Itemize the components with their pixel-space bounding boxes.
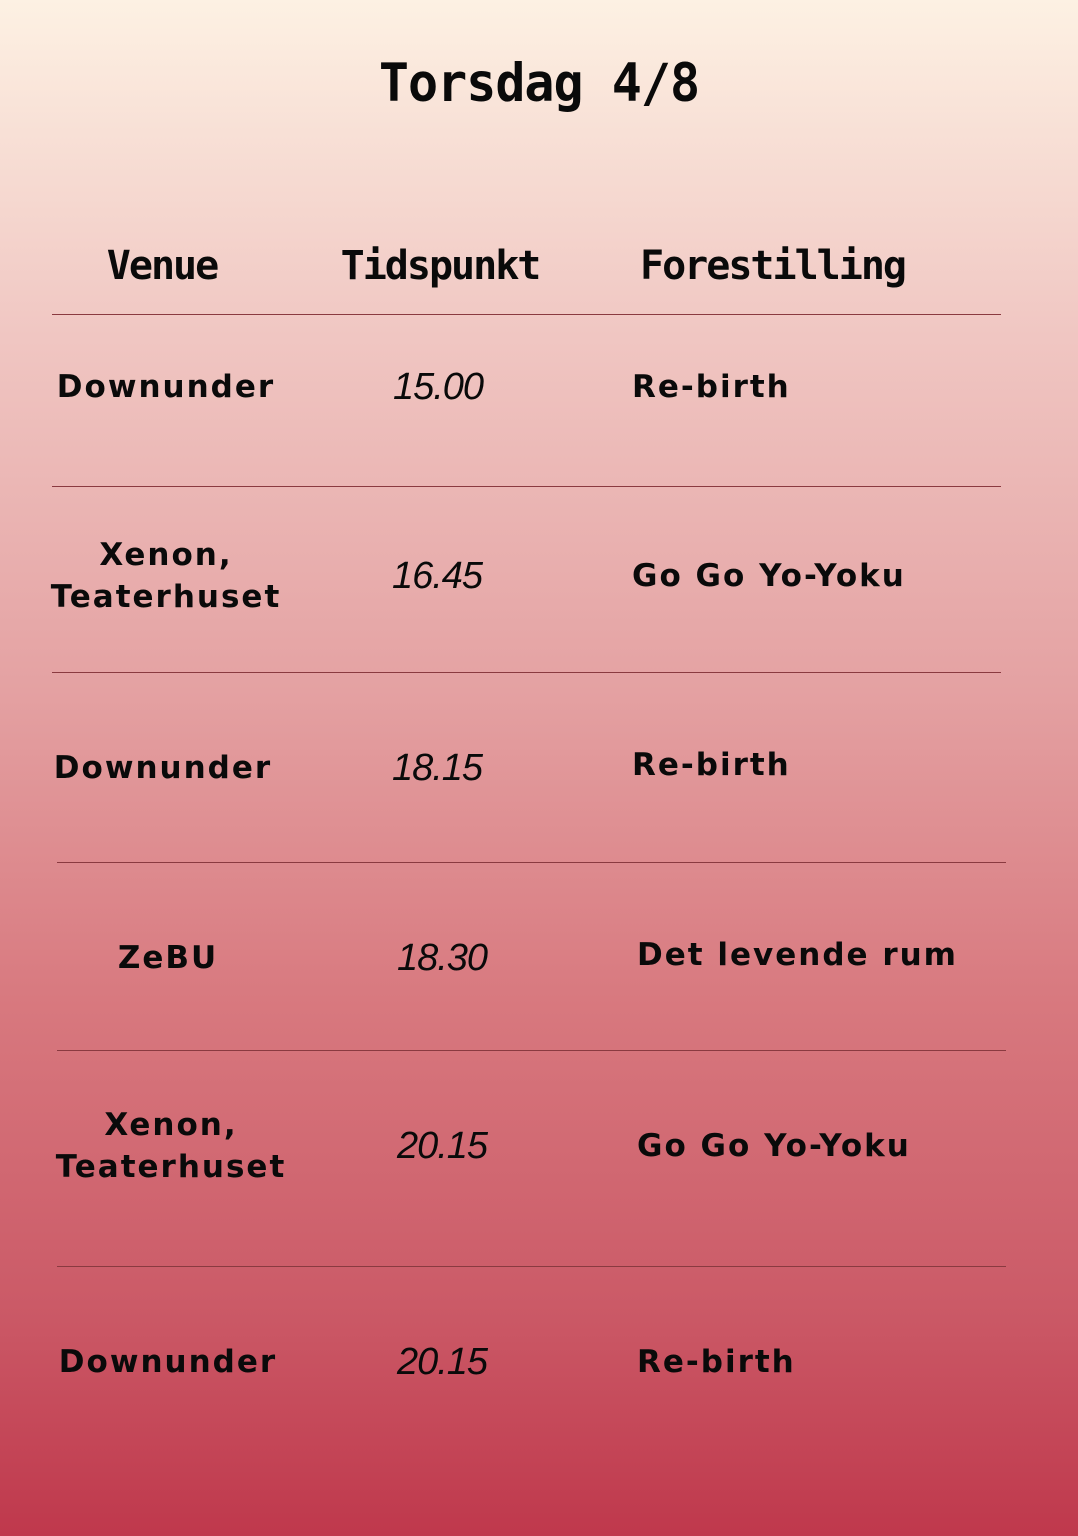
row-5-venue: Xenon, Teaterhuset: [55, 1107, 287, 1185]
row-2-venue: Xenon, Teaterhuset: [50, 537, 282, 615]
row-6-show: Re-birth: [637, 1344, 796, 1380]
divider: [52, 314, 1001, 315]
row-3-venue: Downunder: [53, 750, 273, 786]
row-5-show: Go Go Yo-Yoku: [637, 1128, 911, 1164]
page-title: Torsdag 4/8: [378, 52, 700, 114]
row-6-time: 20.15: [396, 1340, 488, 1383]
row-4-time: 18.30: [396, 936, 488, 979]
column-header-venue: Venue: [106, 243, 219, 289]
row-2-time: 16.45: [391, 554, 483, 597]
divider: [52, 486, 1001, 487]
row-1-show: Re-birth: [632, 369, 791, 405]
row-3-time: 18.15: [391, 746, 483, 789]
divider: [52, 672, 1001, 673]
row-1-venue: Downunder: [56, 369, 276, 405]
row-6-venue: Downunder: [58, 1344, 278, 1380]
divider: [57, 862, 1006, 863]
row-1-time: 15.00: [392, 365, 484, 408]
divider: [57, 1050, 1006, 1051]
column-header-show: Forestilling: [640, 243, 907, 289]
row-4-show: Det levende rum: [637, 937, 958, 973]
row-5-time: 20.15: [396, 1124, 488, 1167]
column-header-time: Tidspunkt: [340, 243, 542, 289]
row-3-show: Re-birth: [632, 747, 791, 783]
row-2-show: Go Go Yo-Yoku: [632, 558, 906, 594]
divider: [57, 1266, 1006, 1267]
row-4-venue: ZeBU: [117, 940, 219, 976]
